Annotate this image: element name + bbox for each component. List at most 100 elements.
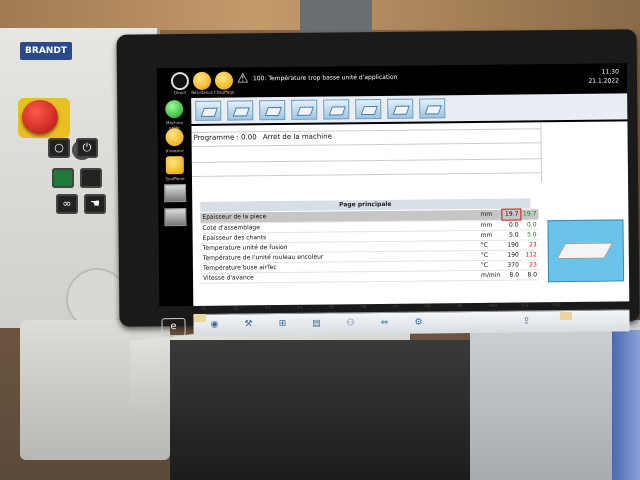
blower-icon[interactable] (165, 156, 184, 175)
fkey-label: F12 (553, 302, 561, 308)
side-tool-1-icon[interactable] (164, 184, 187, 203)
parameter-unit: °C (478, 249, 503, 260)
parameter-unit: mm (478, 219, 503, 230)
side-menu: Machine prête d'avance Soufflerie (159, 98, 191, 298)
grid-line (191, 172, 542, 177)
emergency-stop-button[interactable] (22, 100, 58, 134)
arrows-icon[interactable]: ⇔ (377, 317, 391, 329)
fkey-label: F7 (393, 303, 399, 309)
resistance-lamp-icon[interactable] (192, 71, 212, 90)
fkey-label: F1 (201, 305, 207, 311)
fkey-label: F10 (489, 302, 497, 308)
parameter-row[interactable]: Vitesse d'avance m/min 8.0 8.0 (200, 269, 540, 283)
parameter-actual: 23 (520, 259, 539, 270)
parameter-setpoint[interactable]: 8.0 (502, 269, 522, 280)
fkey-label: F4 (297, 304, 303, 310)
grid-line (191, 128, 542, 133)
power-button[interactable]: ⏻ (76, 138, 98, 158)
home-icon[interactable]: ◉ (207, 319, 221, 331)
unit-5-icon[interactable] (323, 99, 350, 120)
parameter-actual: 8.0 (520, 269, 540, 280)
blue-guard (612, 330, 640, 480)
book-icon[interactable]: ▤ (309, 318, 323, 330)
start-button[interactable] (52, 168, 74, 188)
status-bar: Direct Résistance Chauffage ⚠ 100: Tempé… (156, 63, 628, 96)
unit-8-icon[interactable] (419, 98, 446, 119)
parameter-unit: m/min (478, 269, 504, 280)
warning-icon: ⚠ (236, 71, 249, 87)
parameter-setpoint[interactable]: 5.0 (502, 229, 521, 240)
parameter-setpoint[interactable]: 190 (502, 239, 521, 250)
fkey-label: F8 (425, 303, 431, 309)
fkey-label: F11 (521, 302, 529, 308)
clock-time: 11:30 (601, 68, 619, 76)
hmi-monitor: Direct Résistance Chauffage ⚠ 100: Tempé… (116, 29, 640, 337)
unit-3-icon[interactable] (259, 99, 286, 121)
program-grid (191, 122, 543, 186)
link-button[interactable]: ∞ (56, 194, 78, 214)
parameter-actual: 5.0 (520, 229, 539, 240)
parameter-actual: 112 (520, 249, 539, 260)
fkey-label: F5 (329, 304, 335, 310)
brand-logo: BRANDT (20, 42, 72, 60)
unit-7-icon[interactable] (387, 98, 414, 119)
lamp-label-heating: Chauffage (213, 89, 235, 95)
fkey-label: F9 (457, 303, 463, 309)
hand-button[interactable]: ☚ (84, 194, 106, 214)
hmi-screen: Direct Résistance Chauffage ⚠ 100: Tempé… (156, 63, 630, 337)
parameter-actual: 19.7 (520, 209, 539, 220)
users-icon[interactable]: ⚇ (343, 317, 357, 329)
program-row: Programme : 0.00 Arret de la machine (194, 132, 332, 141)
parameter-setpoint[interactable]: 370 (502, 259, 521, 270)
main-content: Programme : 0.00 Arret de la machine Pag… (191, 121, 630, 306)
fkey-label: F2 (233, 305, 239, 311)
clock: 11:30 21.1.2022 (588, 67, 619, 85)
unit-6-icon[interactable] (355, 98, 382, 120)
fkey-label: F6 (361, 304, 367, 310)
fkey-label: F3 (265, 305, 271, 311)
unit-toolbar (191, 93, 628, 124)
side-label-feed: d'avance (165, 148, 184, 154)
alarm-message: 100: Température trop basse unité d'appl… (252, 73, 398, 83)
sticker (560, 312, 572, 320)
unit-2-icon[interactable] (227, 100, 254, 121)
parameter-actual: 23 (520, 239, 539, 250)
machine-status: Arret de la machine (262, 132, 332, 142)
parameter-unit: °C (478, 259, 503, 270)
clock-date: 21.1.2022 (588, 77, 620, 85)
photo-scene: BRANDT ○ ⏻ ∞ ☚ Direct Résistance Chauffa… (0, 0, 640, 480)
tool-icon[interactable]: ⚒ (241, 318, 255, 330)
parameter-unit: mm (478, 229, 503, 240)
parameter-table: Epaisseur de la piece mm 19.7 19.7 Cote d'as… (200, 208, 540, 283)
parameter-unit: mm (478, 209, 503, 220)
sticker (194, 314, 206, 322)
heating-lamp-icon[interactable] (214, 71, 234, 90)
parameter-unit: °C (478, 239, 503, 250)
parameter-name: Vitesse d'avance (200, 269, 480, 283)
lamp-label-direct: Direct (174, 90, 187, 96)
parameter-actual: 0.0 (520, 219, 539, 230)
export-icon[interactable]: ⇪ (519, 315, 533, 327)
grid-icon[interactable]: ⊞ (275, 318, 289, 330)
unit-4-icon[interactable] (291, 99, 318, 120)
stop-button[interactable] (80, 168, 102, 188)
workpiece-preview (547, 219, 625, 283)
parameter-setpoint[interactable]: 19.7 (501, 208, 522, 221)
grid-line (191, 158, 542, 163)
machine-ready-icon[interactable] (165, 100, 184, 119)
side-tool-2-icon[interactable] (164, 208, 187, 227)
grid-line (191, 142, 542, 147)
circle-button[interactable]: ○ (48, 138, 70, 158)
escape-button[interactable]: e (161, 318, 186, 337)
lamp-label-resistance: Résistance (191, 89, 213, 95)
side-label-blower: Soufflerie (165, 176, 185, 182)
direct-icon[interactable] (170, 71, 190, 91)
settings-icon[interactable]: ⚙ (411, 317, 425, 329)
workpiece-panel-icon (556, 242, 614, 260)
machine-body (170, 340, 470, 480)
unit-1-icon[interactable] (195, 100, 222, 121)
feed-icon[interactable] (165, 128, 184, 147)
pole (300, 0, 372, 34)
parameter-setpoint[interactable]: 0.0 (502, 219, 521, 230)
parameter-setpoint[interactable]: 190 (502, 249, 521, 260)
